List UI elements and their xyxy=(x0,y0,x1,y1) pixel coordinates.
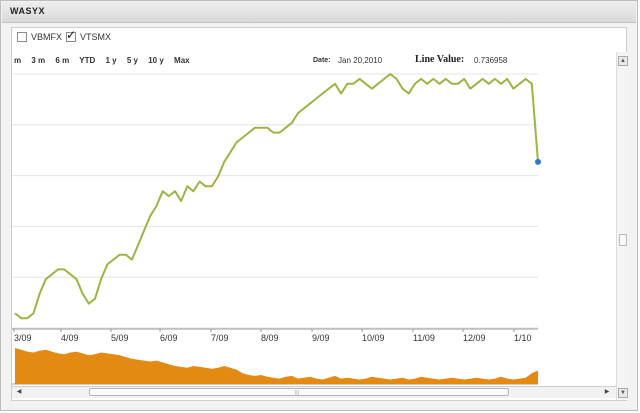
volume-area xyxy=(15,348,538,384)
scroll-up-button[interactable]: ▲ xyxy=(618,56,628,66)
x-tick-label: 9/09 xyxy=(312,333,330,343)
x-tick-label: 6/09 xyxy=(160,333,178,343)
x-tick-label: 4/09 xyxy=(61,333,79,343)
vtsmx-series-line xyxy=(14,73,539,320)
current-value-marker xyxy=(535,158,541,165)
horizontal-scroll-thumb[interactable]: ||| xyxy=(89,388,509,396)
scroll-right-button[interactable]: ▶ xyxy=(602,388,612,397)
scroll-down-button[interactable]: ▼ xyxy=(618,388,628,398)
x-tick-label: 12/09 xyxy=(463,333,486,343)
scroll-left-button[interactable]: ◀ xyxy=(14,388,24,397)
x-tick-label: 8/09 xyxy=(261,333,279,343)
grip-icon: ||| xyxy=(295,390,299,396)
x-tick-label: 5/09 xyxy=(111,333,129,343)
x-tick-label: 1/10 xyxy=(514,333,532,343)
x-tick-label: 7/09 xyxy=(211,333,229,343)
x-tick-label: 3/09 xyxy=(14,333,32,343)
chart-window: WASYX VBMFX ✓ VTSMX m 3 m 6 m YTD 1 y 5 … xyxy=(0,0,638,411)
price-chart[interactable]: 3/09 4/09 5/09 6/09 7/09 8/09 9/09 10/09 11/09 12… xyxy=(12,28,616,386)
vertical-scrollbar[interactable]: ▲ ▼ xyxy=(616,52,628,400)
horizontal-scrollbar[interactable]: ◀ ||| ▶ xyxy=(12,386,616,398)
x-tick-label: 10/09 xyxy=(362,333,385,343)
vertical-scroll-thumb[interactable] xyxy=(619,234,627,246)
x-tick-label: 11/09 xyxy=(413,333,435,343)
window-title: WASYX xyxy=(10,6,46,16)
title-bar: WASYX xyxy=(2,2,636,23)
chart-panel: VBMFX ✓ VTSMX m 3 m 6 m YTD 1 y 5 y 10 y… xyxy=(11,27,628,401)
